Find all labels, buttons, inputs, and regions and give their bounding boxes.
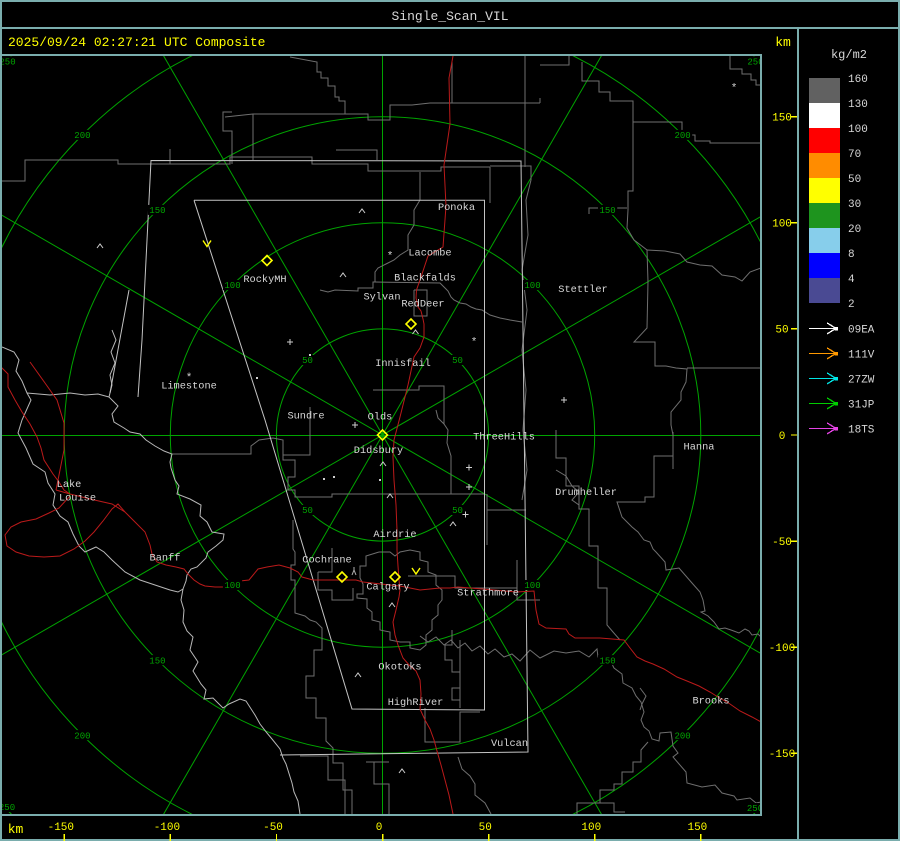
svg-text:160: 160 bbox=[848, 74, 868, 86]
svg-text:Didsbury: Didsbury bbox=[354, 445, 403, 457]
svg-text:100: 100 bbox=[224, 581, 240, 591]
svg-text:Hanna: Hanna bbox=[684, 442, 715, 454]
svg-text:RedDeer: RedDeer bbox=[401, 299, 444, 311]
svg-text:Banff: Banff bbox=[150, 553, 181, 565]
svg-text:100: 100 bbox=[772, 219, 792, 231]
svg-text:Ponoka: Ponoka bbox=[438, 202, 475, 214]
svg-text:*: * bbox=[731, 83, 738, 95]
svg-text:150: 150 bbox=[687, 822, 707, 834]
svg-text:27ZW: 27ZW bbox=[848, 374, 875, 386]
svg-text:200: 200 bbox=[674, 731, 690, 741]
svg-text:RockyMH: RockyMH bbox=[243, 274, 286, 286]
svg-text:30: 30 bbox=[848, 199, 861, 211]
svg-text:Sylvan: Sylvan bbox=[363, 292, 400, 304]
svg-text:200: 200 bbox=[674, 131, 690, 141]
svg-text:*: * bbox=[471, 337, 478, 349]
svg-text:150: 150 bbox=[149, 656, 165, 666]
svg-text:150: 150 bbox=[149, 206, 165, 216]
svg-text:Single_Scan_VIL: Single_Scan_VIL bbox=[391, 9, 508, 24]
svg-text:250: 250 bbox=[0, 803, 15, 813]
svg-text:0: 0 bbox=[376, 822, 383, 834]
svg-text:Drumheller: Drumheller bbox=[555, 487, 617, 499]
svg-text:*: * bbox=[387, 251, 394, 263]
svg-text:50: 50 bbox=[302, 506, 313, 516]
svg-text:km: km bbox=[775, 35, 791, 50]
svg-text:8: 8 bbox=[848, 249, 855, 261]
svg-text:Airdrie: Airdrie bbox=[373, 529, 416, 541]
svg-text:-150: -150 bbox=[769, 749, 795, 761]
svg-text:130: 130 bbox=[848, 99, 868, 111]
svg-text:2: 2 bbox=[848, 299, 855, 311]
svg-text:250: 250 bbox=[0, 58, 16, 68]
svg-text:150: 150 bbox=[772, 113, 792, 125]
svg-text:18TS: 18TS bbox=[848, 424, 875, 436]
svg-text:50: 50 bbox=[775, 325, 788, 337]
svg-text:50: 50 bbox=[848, 174, 861, 186]
svg-text:km: km bbox=[8, 822, 24, 837]
svg-text:-100: -100 bbox=[154, 822, 180, 834]
svg-text:200: 200 bbox=[74, 731, 90, 741]
svg-text:50: 50 bbox=[302, 356, 313, 366]
svg-text:Louise: Louise bbox=[59, 493, 96, 505]
svg-text:31JP: 31JP bbox=[848, 399, 875, 411]
svg-text:0: 0 bbox=[779, 431, 786, 443]
svg-text:100: 100 bbox=[224, 281, 240, 291]
svg-text:20: 20 bbox=[848, 224, 861, 236]
svg-text:Calgary: Calgary bbox=[366, 582, 409, 594]
svg-text:100: 100 bbox=[848, 124, 868, 136]
svg-text:-150: -150 bbox=[48, 822, 74, 834]
svg-text:09EA: 09EA bbox=[848, 324, 875, 336]
svg-text:50: 50 bbox=[479, 822, 492, 834]
svg-text:50: 50 bbox=[452, 506, 463, 516]
svg-text:-100: -100 bbox=[769, 643, 795, 655]
svg-text:100: 100 bbox=[581, 822, 601, 834]
svg-text:Innisfail: Innisfail bbox=[375, 358, 431, 370]
svg-text:150: 150 bbox=[599, 206, 615, 216]
svg-text:kg/m2: kg/m2 bbox=[831, 48, 867, 62]
svg-text:Lake: Lake bbox=[57, 479, 82, 491]
svg-text:100: 100 bbox=[524, 581, 540, 591]
svg-text:150: 150 bbox=[599, 656, 615, 666]
svg-text:Olds: Olds bbox=[368, 412, 393, 424]
svg-text:50: 50 bbox=[452, 356, 463, 366]
svg-text:100: 100 bbox=[524, 281, 540, 291]
svg-text:Sundre: Sundre bbox=[287, 411, 324, 423]
svg-text:-50: -50 bbox=[772, 537, 792, 549]
svg-text:HighRiver: HighRiver bbox=[388, 697, 444, 709]
svg-text:200: 200 bbox=[74, 131, 90, 141]
svg-text:Blackfalds: Blackfalds bbox=[394, 273, 456, 285]
svg-text:Stettler: Stettler bbox=[558, 284, 607, 296]
svg-text:ThreeHills: ThreeHills bbox=[473, 432, 535, 444]
svg-text:Okotoks: Okotoks bbox=[378, 662, 421, 674]
svg-text:2025/09/24 02:27:21 UTC Compos: 2025/09/24 02:27:21 UTC Composite bbox=[8, 35, 265, 50]
svg-text:111V: 111V bbox=[848, 349, 875, 361]
svg-text:Lacombe: Lacombe bbox=[408, 248, 451, 260]
svg-text:70: 70 bbox=[848, 149, 861, 161]
svg-text:Vulcan: Vulcan bbox=[491, 738, 528, 750]
svg-text:4: 4 bbox=[848, 274, 855, 286]
svg-text:Brooks: Brooks bbox=[692, 696, 729, 708]
svg-text:Strathmore: Strathmore bbox=[457, 588, 519, 600]
svg-text:Cochrane: Cochrane bbox=[302, 555, 351, 567]
svg-text:*: * bbox=[186, 373, 193, 385]
svg-text:-50: -50 bbox=[263, 822, 283, 834]
